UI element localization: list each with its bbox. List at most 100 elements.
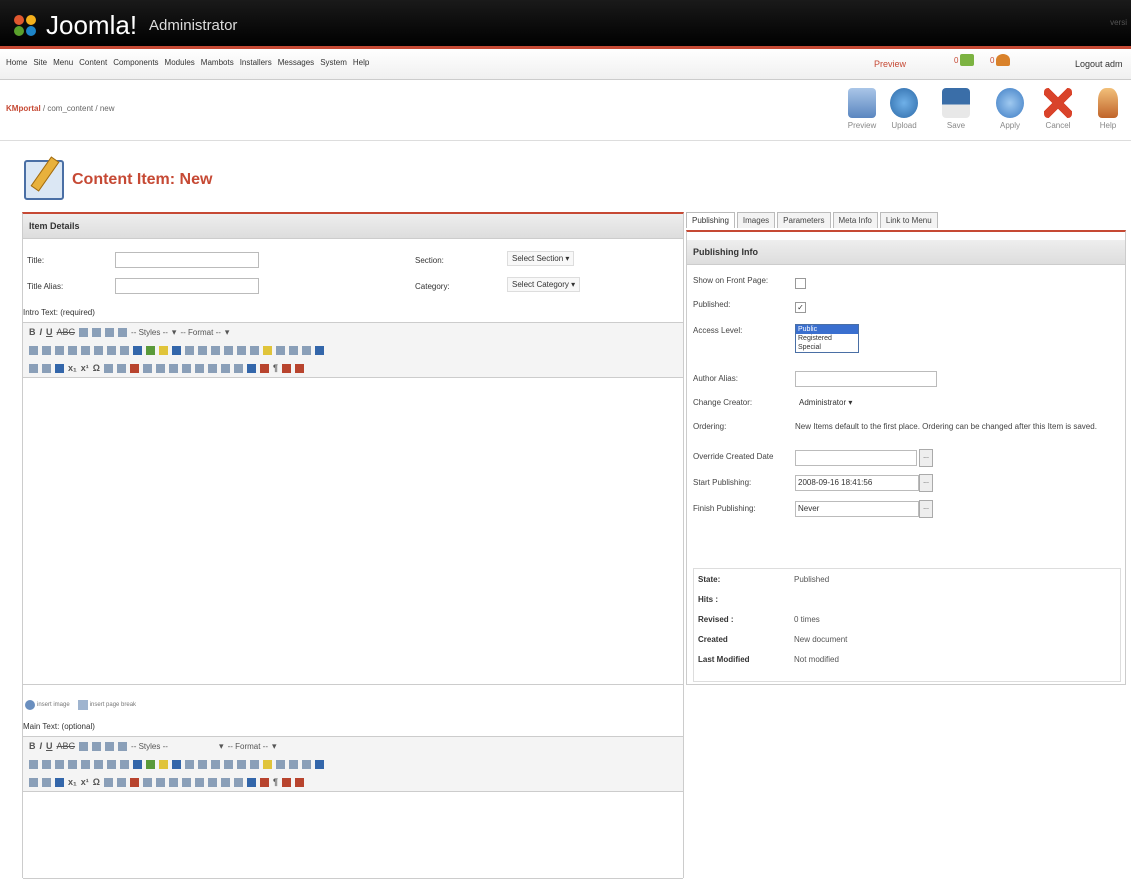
media-icon[interactable] [237,759,246,769]
preview-button[interactable]: Preview [842,88,882,130]
strikethrough-icon[interactable]: ABC [57,327,76,337]
help-button[interactable]: Help [1088,88,1128,130]
bold-icon[interactable]: B [29,741,36,751]
access-option-special[interactable]: Special [796,343,858,352]
creator-select[interactable]: Administrator ▾ [795,396,857,409]
smiley-icon[interactable] [263,345,272,355]
remove-format-icon[interactable] [42,363,51,373]
subscript-icon[interactable]: x₁ [68,363,77,373]
access-option-public[interactable]: Public [796,325,858,334]
menu-mambots[interactable]: Mambots [201,58,234,67]
split-cells-icon[interactable] [233,363,243,373]
emotions-icon[interactable] [250,345,259,355]
redo-icon[interactable] [94,759,103,769]
menu-menu[interactable]: Menu [53,58,73,67]
insert-row-icon[interactable] [168,777,178,787]
emotions-icon[interactable] [250,759,259,769]
front-page-checkbox[interactable] [795,278,806,289]
override-date-input[interactable] [795,450,917,466]
menu-site[interactable]: Site [33,58,47,67]
find-icon[interactable] [211,345,220,355]
menu-components[interactable]: Components [113,58,158,67]
row-props-icon[interactable] [155,777,165,787]
anchor-icon[interactable] [133,759,142,769]
anchor-icon[interactable] [133,345,142,355]
delete-col-icon[interactable] [207,363,217,373]
align-center-icon[interactable] [92,741,102,751]
preview-editor-icon[interactable] [294,777,304,787]
bullet-list-icon[interactable] [29,759,38,769]
italic-icon[interactable]: I [40,327,43,337]
finish-publishing-input[interactable]: Never [795,501,919,517]
delete-col-icon[interactable] [207,777,217,787]
insert-pagebreak-button[interactable]: insert page break [77,700,136,710]
table-icon[interactable] [198,345,207,355]
table-icon[interactable] [198,759,207,769]
cancel-button[interactable]: Cancel [1038,88,1078,130]
preview-editor-icon[interactable] [294,363,304,373]
access-level-list[interactable]: Public Registered Special [795,324,859,353]
menu-system[interactable]: System [320,58,347,67]
insert-col-icon[interactable] [194,777,204,787]
start-publishing-input[interactable]: 2008-09-16 18:41:56 [795,475,919,491]
override-date-picker-button[interactable]: ... [919,449,933,467]
outdent-icon[interactable] [55,345,64,355]
link-icon[interactable] [107,759,116,769]
align-justify-icon[interactable] [118,327,128,337]
visual-aid-icon[interactable] [55,777,64,787]
media-icon[interactable] [237,345,246,355]
title-input[interactable] [115,252,259,268]
paste-icon[interactable] [289,345,298,355]
underline-icon[interactable]: U [46,327,53,337]
hr-icon[interactable] [103,363,113,373]
help-icon[interactable] [172,345,181,355]
tab-images[interactable]: Images [736,212,776,228]
horizontal-rule-icon[interactable] [29,777,38,787]
menu-help[interactable]: Help [353,58,369,67]
split-cells-icon[interactable] [233,777,243,787]
tab-link-to-menu[interactable]: Link to Menu [879,212,938,228]
paragraph-icon[interactable]: ¶ [273,777,278,787]
strikethrough-icon[interactable]: ABC [57,741,76,751]
numbered-list-icon[interactable] [42,345,51,355]
insert-layer-icon[interactable] [315,759,324,769]
author-alias-input[interactable] [795,371,937,387]
paste-word-icon[interactable] [302,345,311,355]
block-icon[interactable] [281,777,291,787]
unlink-icon[interactable] [120,345,129,355]
cleanup-icon[interactable] [159,759,168,769]
link-icon[interactable] [107,345,116,355]
align-left-icon[interactable] [79,327,89,337]
indent-icon[interactable] [68,345,77,355]
unlink-icon[interactable] [120,759,129,769]
apply-button[interactable]: Apply [990,88,1030,130]
tab-meta-info[interactable]: Meta Info [832,212,878,228]
align-right-icon[interactable] [105,327,115,337]
tab-publishing[interactable]: Publishing [686,212,735,228]
delete-row-icon[interactable] [181,777,191,787]
menu-content[interactable]: Content [79,58,107,67]
finish-date-picker-button[interactable]: ... [919,500,933,518]
merge-cells-icon[interactable] [220,777,230,787]
superscript-icon[interactable]: x¹ [81,363,89,373]
numbered-list-icon[interactable] [42,759,51,769]
special-char-icon[interactable]: Ω [93,777,100,787]
merge-cells-icon[interactable] [220,363,230,373]
italic-icon[interactable]: I [40,741,43,751]
insert-layer-icon[interactable] [315,345,324,355]
menu-installers[interactable]: Installers [240,58,272,67]
subscript-icon[interactable]: x₁ [68,777,77,787]
horizontal-rule-icon[interactable] [29,363,38,373]
intro-text-editor[interactable] [23,378,683,685]
main-text-editor[interactable] [23,792,683,879]
redo-icon[interactable] [94,345,103,355]
outdent-icon[interactable] [55,759,64,769]
paste-icon[interactable] [289,759,298,769]
print-icon[interactable] [129,363,139,373]
underline-icon[interactable]: U [46,741,53,751]
styles-select[interactable]: -- Styles -- [131,742,215,751]
undo-icon[interactable] [81,345,90,355]
insert-row-icon[interactable] [168,363,178,373]
help-icon[interactable] [172,759,181,769]
fullscreen-icon[interactable] [276,345,285,355]
